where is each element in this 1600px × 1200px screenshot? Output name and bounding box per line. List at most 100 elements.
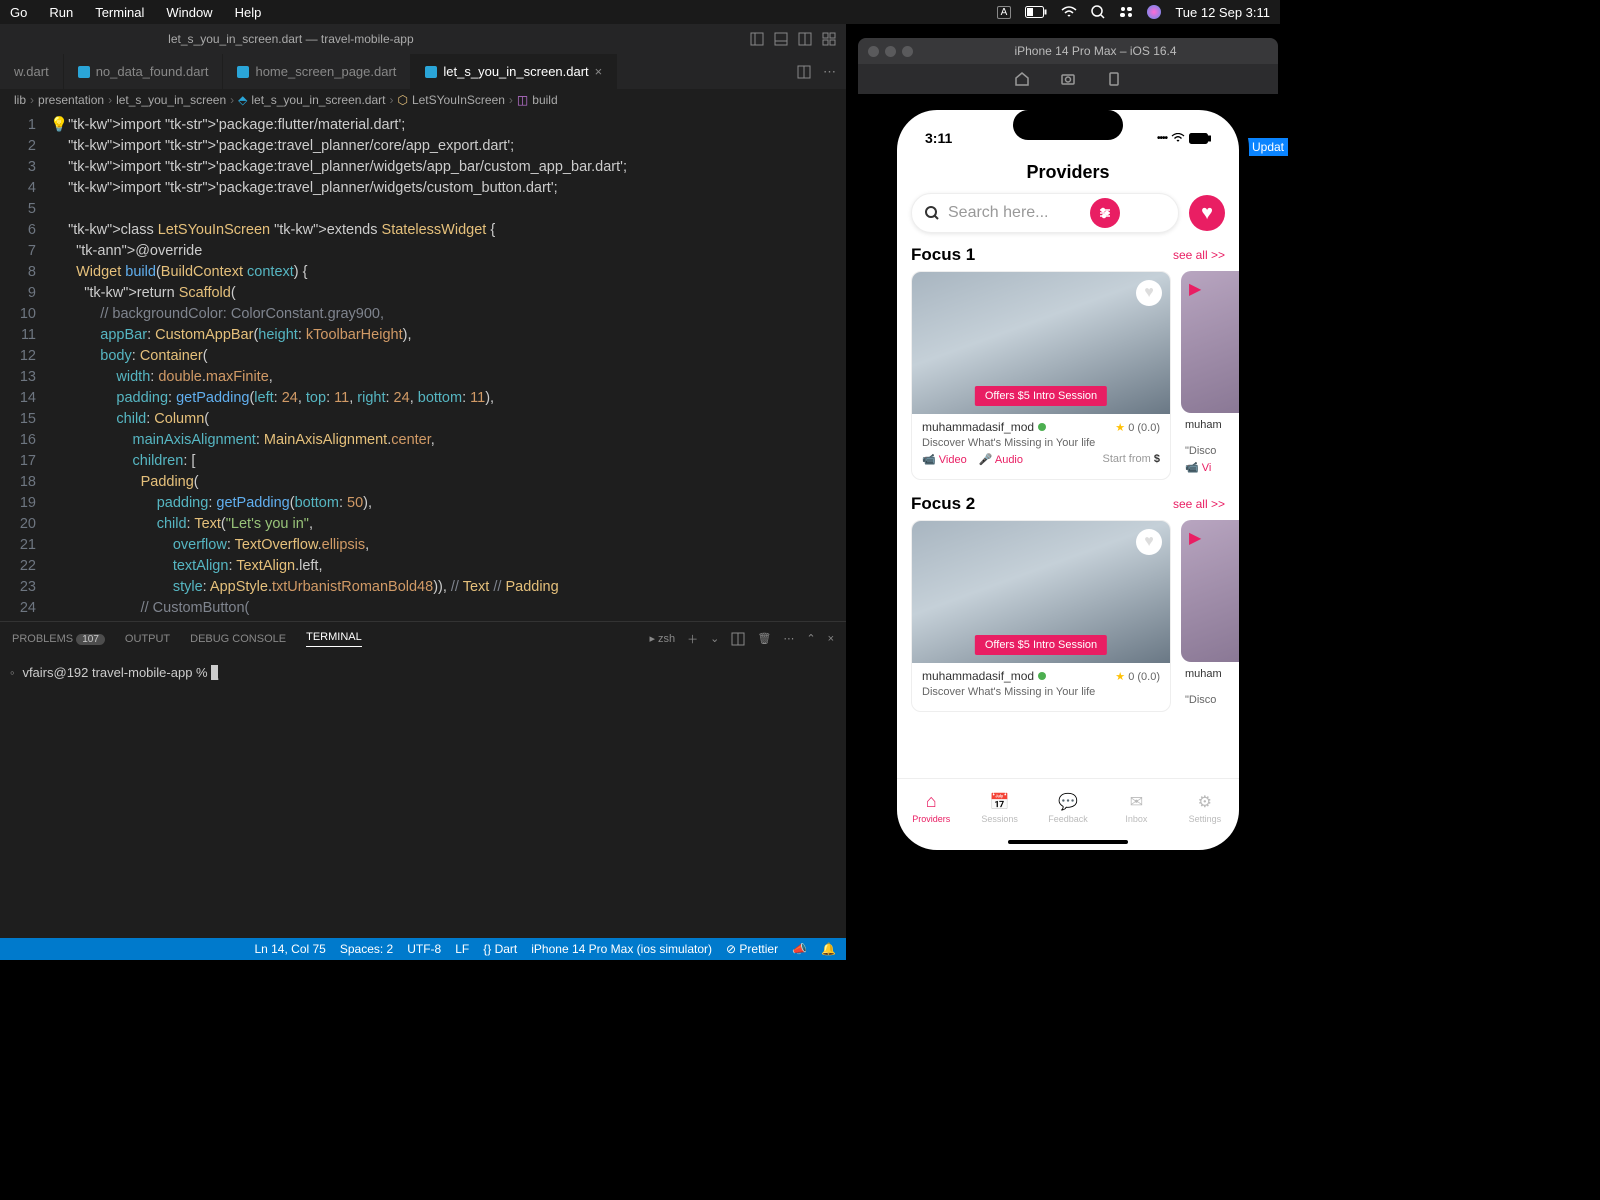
close-icon[interactable]: × — [595, 64, 603, 79]
tab-problems[interactable]: PROBLEMS 107 — [12, 633, 105, 645]
control-center-icon[interactable] — [1119, 5, 1133, 19]
menu-terminal[interactable]: Terminal — [95, 5, 144, 20]
window-title: let_s_you_in_screen.dart — travel-mobile… — [168, 32, 413, 46]
code-editor[interactable]: 123456789101112131415161718192021222324 … — [0, 111, 846, 621]
more-icon[interactable]: ⋯ — [823, 64, 836, 80]
split-editor-icon[interactable] — [797, 65, 811, 79]
status-bar: Ln 14, Col 75 Spaces: 2 UTF-8 LF {} Dart… — [0, 938, 846, 960]
search-icon[interactable] — [1091, 5, 1105, 19]
traffic-close[interactable] — [868, 46, 879, 57]
video-icon: 📹 Video — [922, 453, 967, 466]
dart-icon — [78, 66, 90, 78]
app-title: Providers — [897, 156, 1239, 193]
status-spaces[interactable]: Spaces: 2 — [340, 942, 393, 956]
online-dot — [1038, 672, 1046, 680]
offer-badge: Offers $5 Intro Session — [975, 635, 1107, 655]
provider-card[interactable]: ♥Offers $5 Intro Session muhammadasif_mo… — [911, 271, 1171, 480]
dynamic-island — [1013, 110, 1123, 140]
provider-card-partial[interactable]: ▶ muham"Disco — [1181, 520, 1239, 712]
status-lang[interactable]: {} Dart — [483, 942, 517, 956]
more-icon[interactable]: ⋯ — [783, 632, 794, 645]
nav-feedback[interactable]: 💬Feedback — [1034, 779, 1102, 836]
trash-icon[interactable]: 🗑 — [757, 632, 771, 645]
panel-tabs: PROBLEMS 107 OUTPUT DEBUG CONSOLE TERMIN… — [0, 621, 846, 655]
wifi-icon — [1171, 133, 1185, 143]
tab-file-2[interactable]: home_screen_page.dart — [223, 54, 411, 89]
favorites-button[interactable]: ♥ — [1189, 195, 1225, 231]
code-content[interactable]: "tk-kw">import "tk-str">'package:flutter… — [68, 115, 627, 621]
new-terminal-icon[interactable]: ＋ — [687, 631, 698, 647]
nav-settings[interactable]: ⚙Settings — [1171, 779, 1239, 836]
phone-frame: 3:11 •••• Providers Search here... ♥ Foc… — [887, 100, 1249, 860]
screenshot-icon[interactable] — [1060, 71, 1076, 87]
terminal-shell-select[interactable]: ▸ zsh — [649, 632, 675, 645]
close-panel-icon[interactable]: × — [828, 633, 834, 645]
editor-tabs: w.dart no_data_found.dart home_screen_pa… — [0, 54, 846, 89]
battery-icon — [1189, 133, 1211, 144]
terminal-dropdown-icon[interactable]: ⌄ — [710, 632, 719, 645]
favorite-icon[interactable]: ♥ — [1136, 280, 1162, 306]
nav-providers[interactable]: ⌂Providers — [897, 779, 965, 836]
maximize-panel-icon[interactable]: ⌃ — [806, 632, 815, 645]
split-icon[interactable] — [798, 32, 812, 46]
tab-terminal[interactable]: TERMINAL — [306, 631, 362, 647]
menu-window[interactable]: Window — [166, 5, 212, 20]
siri-icon[interactable] — [1147, 5, 1161, 19]
home-icon[interactable] — [1014, 71, 1030, 87]
status-cursor[interactable]: Ln 14, Col 75 — [254, 942, 325, 956]
traffic-max[interactable] — [902, 46, 913, 57]
input-source-icon[interactable]: A — [997, 6, 1012, 19]
split-terminal-icon[interactable] — [731, 632, 745, 646]
wifi-icon[interactable] — [1061, 6, 1077, 18]
provider-card-partial[interactable]: ▶ muham"Disco📹 Vi — [1181, 271, 1239, 480]
feedback-icon[interactable]: 📣 — [792, 942, 807, 956]
menu-go[interactable]: Go — [10, 5, 27, 20]
dart-icon — [237, 66, 249, 78]
offer-badge: Offers $5 Intro Session — [975, 386, 1107, 406]
simulator-title: iPhone 14 Pro Max – iOS 16.4 — [1014, 44, 1176, 58]
phone-screen: 3:11 •••• Providers Search here... ♥ Foc… — [897, 110, 1239, 850]
simulator-toolbar — [858, 64, 1278, 94]
tab-output[interactable]: OUTPUT — [125, 633, 170, 645]
macos-menubar: Go Run Terminal Window Help A Tue 12 Sep… — [0, 0, 1280, 24]
see-all-link[interactable]: see all >> — [1173, 497, 1225, 511]
menu-help[interactable]: Help — [235, 5, 262, 20]
tab-file-1[interactable]: no_data_found.dart — [64, 54, 224, 89]
audio-icon: 🎤 Audio — [979, 453, 1023, 466]
simulator-titlebar: iPhone 14 Pro Max – iOS 16.4 — [858, 38, 1278, 64]
rotate-icon[interactable] — [1106, 71, 1122, 87]
nav-inbox[interactable]: ✉Inbox — [1102, 779, 1170, 836]
phone-time: 3:11 — [925, 130, 952, 146]
tab-file-0[interactable]: w.dart — [0, 54, 64, 89]
bell-icon[interactable]: 🔔 — [821, 942, 836, 956]
traffic-min[interactable] — [885, 46, 896, 57]
status-device[interactable]: iPhone 14 Pro Max (ios simulator) — [531, 942, 712, 956]
search-input[interactable]: Search here... — [911, 193, 1179, 233]
nav-sessions[interactable]: 📅Sessions — [965, 779, 1033, 836]
bottom-nav: ⌂Providers 📅Sessions 💬Feedback ✉Inbox ⚙S… — [897, 778, 1239, 836]
status-eol[interactable]: LF — [455, 942, 469, 956]
home-indicator[interactable] — [1008, 840, 1128, 844]
vscode-window: let_s_you_in_screen.dart — travel-mobile… — [0, 24, 846, 960]
terminal[interactable]: ◦ vfairs@192 travel-mobile-app % _ — [0, 655, 846, 938]
see-all-link[interactable]: see all >> — [1173, 248, 1225, 262]
breadcrumb[interactable]: lib› presentation› let_s_you_in_screen› … — [0, 89, 846, 111]
cellular-icon: •••• — [1157, 133, 1167, 144]
menu-run[interactable]: Run — [49, 5, 73, 20]
online-dot — [1038, 423, 1046, 431]
provider-card[interactable]: ♥Offers $5 Intro Session muhammadasif_mo… — [911, 520, 1171, 712]
status-encoding[interactable]: UTF-8 — [407, 942, 441, 956]
status-prettier[interactable]: ⊘ Prettier — [726, 942, 778, 956]
panel-icon[interactable] — [774, 32, 788, 46]
filter-button[interactable] — [1090, 198, 1120, 228]
tab-file-3[interactable]: let_s_you_in_screen.dart× — [411, 54, 617, 89]
tab-debug-console[interactable]: DEBUG CONSOLE — [190, 633, 286, 645]
lightbulb-icon[interactable]: 💡 — [50, 115, 68, 621]
line-numbers: 123456789101112131415161718192021222324 — [0, 115, 50, 621]
customize-layout-icon[interactable] — [822, 32, 836, 46]
menubar-clock: Tue 12 Sep 3:11 — [1175, 5, 1270, 20]
dart-icon — [425, 66, 437, 78]
play-icon: ▶ — [1189, 528, 1201, 548]
favorite-icon[interactable]: ♥ — [1136, 529, 1162, 555]
layout-icon[interactable] — [750, 32, 764, 46]
